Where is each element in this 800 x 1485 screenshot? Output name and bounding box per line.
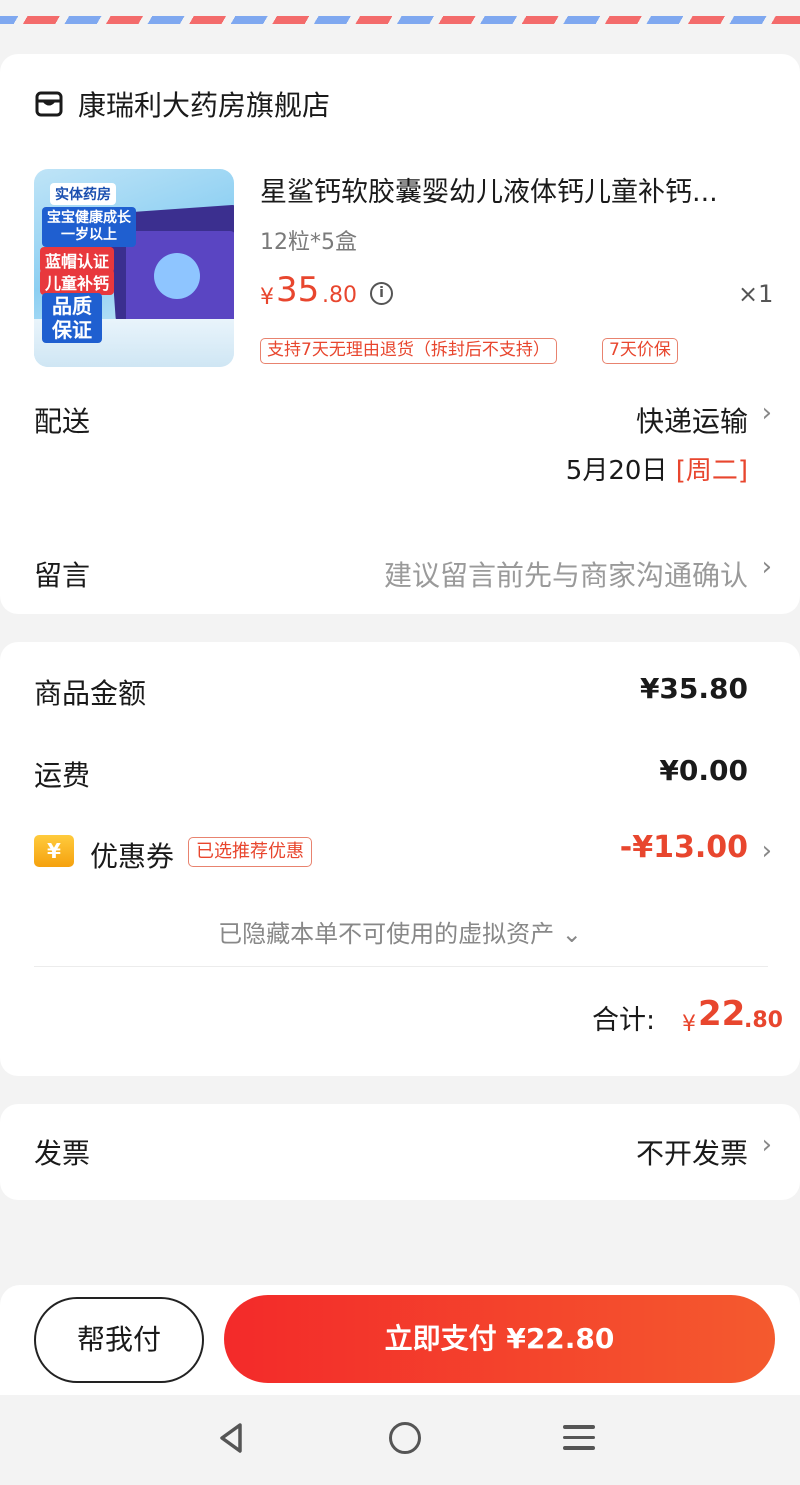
product-image-tag: 儿童补钙 [40, 269, 115, 295]
total-integer: 22 [698, 994, 746, 1034]
chevron-right-icon[interactable]: › [762, 836, 772, 866]
shipping-value: ¥0.00 [659, 754, 748, 787]
quantity: ×1 [738, 280, 774, 308]
coupon-value[interactable]: -¥13.00 [620, 830, 748, 865]
total-symbol: ¥ [682, 1012, 696, 1037]
store-name[interactable]: 康瑞利大药房旗舰店 [78, 84, 330, 124]
info-icon[interactable]: i [370, 282, 393, 305]
return-policy-badge: 支持7天无理由退货（拆封后不支持） [260, 338, 557, 364]
price-decimal: .80 [322, 283, 357, 308]
help-pay-button[interactable]: 帮我付 [34, 1297, 204, 1383]
total-decimal: .80 [744, 1008, 783, 1033]
message-input[interactable]: 建议留言前先与商家沟通确认 [384, 554, 748, 594]
price-protect-badge: 7天价保 [602, 338, 678, 364]
menu-icon[interactable] [563, 1425, 595, 1457]
back-icon[interactable] [216, 1421, 246, 1455]
chevron-right-icon[interactable]: › [762, 1130, 772, 1160]
coupon-icon: ¥ [34, 835, 74, 867]
message-label: 留言 [34, 559, 91, 592]
hidden-assets-text: 已隐藏本单不可使用的虚拟资产 [218, 920, 555, 948]
pay-now-button[interactable]: 立即支付 ¥22.80 [224, 1295, 775, 1383]
airmail-border [0, 16, 800, 24]
delivery-date-line: 5月20日 [周二] [566, 450, 748, 487]
home-icon[interactable] [389, 1422, 421, 1454]
system-nav-bar [0, 1395, 800, 1485]
product-spec: 12粒*5盒 [260, 230, 357, 255]
product-title[interactable]: 星鲨钙软胶囊婴幼儿液体钙儿童补钙... [260, 170, 770, 209]
bottom-action-bar: 帮我付 立即支付 ¥22.80 [0, 1285, 800, 1395]
coupon-label[interactable]: 优惠券 [90, 835, 174, 875]
price-integer: 35 [276, 270, 320, 310]
store-icon [35, 91, 63, 117]
chevron-right-icon[interactable]: › [762, 552, 772, 582]
shipping-label: 运费 [34, 759, 91, 792]
invoice-value[interactable]: 不开发票 [636, 1132, 748, 1172]
hidden-assets-toggle[interactable]: 已隐藏本单不可使用的虚拟资产 ⌄ [0, 914, 800, 949]
delivery-weekday: [周二] [675, 456, 748, 486]
delivery-date: 5月20日 [565, 456, 668, 486]
delivery-label: 配送 [34, 405, 91, 438]
price-summary-card: 商品金额 ¥35.80 运费 ¥0.00 ¥ 优惠券 已选推荐优惠 -¥13.0… [0, 642, 800, 1076]
delivery-method[interactable]: 快递运输 [636, 400, 748, 440]
goods-amount-value: ¥35.80 [639, 672, 748, 705]
coupon-tag: 已选推荐优惠 [188, 837, 312, 867]
product-image[interactable]: 实体药房 宝宝健康成长 一岁以上 蓝帽认证 儿童补钙 品质 保证 [34, 169, 234, 367]
chevron-right-icon[interactable]: › [762, 398, 772, 428]
goods-amount-label: 商品金额 [34, 677, 147, 710]
product-image-tag: 实体药房 [50, 183, 116, 205]
order-item-card: 康瑞利大药房旗舰店 实体药房 宝宝健康成长 一岁以上 蓝帽认证 儿童补钙 品质 … [0, 54, 800, 614]
invoice-card[interactable]: 发票 不开发票 › [0, 1104, 800, 1200]
total-label: 合计: [592, 1005, 656, 1036]
product-image-tag: 品质 保证 [42, 293, 102, 343]
price-symbol: ¥ [260, 285, 274, 310]
divider [34, 966, 768, 967]
invoice-label: 发票 [34, 1137, 91, 1170]
product-image-tag: 宝宝健康成长 一岁以上 [42, 207, 136, 247]
chevron-down-icon: ⌄ [561, 920, 582, 948]
